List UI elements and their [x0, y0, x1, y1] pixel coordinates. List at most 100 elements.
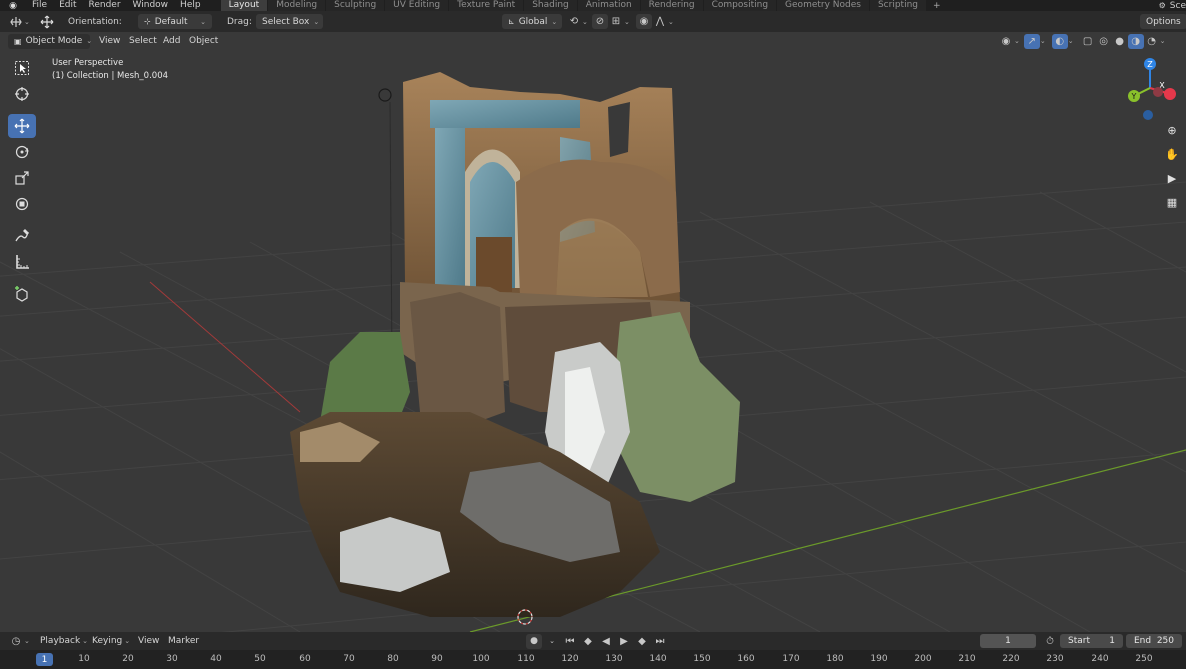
ruler-tick: 40	[210, 654, 222, 664]
transform-space-value: Global	[518, 16, 548, 27]
mode-value: Object Mode	[25, 36, 83, 46]
menu-render[interactable]: Render	[83, 0, 127, 11]
viewport-menu-add[interactable]: Add	[163, 34, 180, 48]
tab-uv-editing[interactable]: UV Editing	[385, 0, 449, 11]
measure-tool[interactable]	[8, 250, 36, 274]
select-box-tool[interactable]	[8, 56, 36, 80]
viewport-menu-select[interactable]: Select	[129, 34, 157, 48]
timeline-menu-view[interactable]: View	[138, 634, 159, 648]
transform-tool[interactable]	[8, 192, 36, 216]
tab-rendering[interactable]: Rendering	[640, 0, 703, 11]
ruler-tick: 90	[431, 654, 443, 664]
prev-keyframe-icon[interactable]: ◆	[580, 634, 596, 649]
menu-edit[interactable]: Edit	[53, 0, 82, 11]
ruler-tick: 160	[737, 654, 755, 664]
proportional-falloff-icon[interactable]: ⋀	[652, 14, 668, 29]
orientation-dropdown[interactable]: ⊹ Default ⌄	[138, 14, 212, 29]
tab-shading[interactable]: Shading	[524, 0, 577, 11]
timeline-menu-playback[interactable]: Playback	[40, 636, 80, 646]
ruler-tick: 180	[826, 654, 844, 664]
ortho-grid-icon[interactable]: ▦	[1162, 192, 1182, 212]
ruler-tick: 10	[78, 654, 90, 664]
mode-dropdown[interactable]: ▣ Object Mode ⌄	[8, 33, 92, 49]
timeline-menu-marker[interactable]: Marker	[168, 634, 199, 648]
ruler-tick: 240	[1091, 654, 1109, 664]
blender-logo-icon[interactable]: ◉	[0, 0, 26, 11]
ruler-tick: 110	[517, 654, 535, 664]
current-frame-field[interactable]: 1	[980, 634, 1036, 648]
shading-solid-icon[interactable]: ●	[1112, 34, 1128, 49]
chevron-down-icon: ⌄	[313, 17, 320, 26]
pan-hand-icon[interactable]: ✋	[1162, 144, 1182, 164]
navigation-gizmo[interactable]: Z X Y	[1118, 56, 1178, 126]
menu-help[interactable]: Help	[174, 0, 207, 11]
scanned-mesh[interactable]	[290, 72, 740, 617]
scene-selector[interactable]: ⚙ Sce	[1152, 0, 1186, 11]
gizmo-neg-x-axis[interactable]	[1153, 87, 1163, 97]
cursor-tool[interactable]	[8, 82, 36, 106]
record-keyframe-icon[interactable]: ●	[526, 633, 542, 649]
snap-magnet-icon[interactable]: ⊘	[592, 14, 608, 29]
proportional-editing-icon[interactable]: ◉	[636, 14, 652, 29]
light-object[interactable]	[378, 88, 392, 102]
tab-animation[interactable]: Animation	[577, 0, 640, 11]
auto-key-chevron-icon[interactable]: ⌄	[544, 634, 560, 649]
tab-compositing[interactable]: Compositing	[703, 0, 777, 11]
camera-view-icon[interactable]: ▶	[1162, 168, 1182, 188]
viewport-menu-object[interactable]: Object	[189, 34, 218, 48]
snap-target-icon[interactable]: ⊞	[608, 14, 624, 29]
tab-scripting[interactable]: Scripting	[869, 0, 926, 11]
add-cube-tool[interactable]	[8, 282, 36, 306]
tab-texture-paint[interactable]: Texture Paint	[449, 0, 524, 11]
shading-material-icon[interactable]: ◑	[1127, 33, 1144, 49]
start-frame-field[interactable]: Start 1	[1060, 634, 1123, 648]
rotate-tool[interactable]	[8, 140, 36, 164]
overlays-toggle-icon[interactable]: ◐	[1051, 33, 1068, 49]
preview-range-clock-icon[interactable]: ⏱	[1042, 634, 1058, 649]
tab-layout[interactable]: Layout	[220, 0, 268, 11]
pivot-point-icon[interactable]: ⟲	[566, 14, 582, 29]
gizmo-neg-z-axis[interactable]	[1143, 110, 1153, 120]
ruler-tick: 220	[1002, 654, 1020, 664]
xray-toggle-icon[interactable]: ▢	[1080, 34, 1096, 49]
chevron-down-icon: ⌄	[1039, 37, 1046, 45]
editor-type-button[interactable]: ⌄	[8, 14, 30, 29]
play-reverse-icon[interactable]: ◀	[598, 634, 614, 649]
current-frame-indicator[interactable]: 1	[36, 653, 53, 666]
3d-viewport[interactable]: ▣ Object Mode ⌄ View Select Add Object ◉…	[0, 32, 1186, 632]
next-keyframe-icon[interactable]: ◆	[634, 634, 650, 649]
menu-file[interactable]: File	[26, 0, 53, 11]
annotate-tool[interactable]	[8, 224, 36, 248]
viewport-menu-view[interactable]: View	[99, 34, 120, 48]
shading-wireframe-icon[interactable]: ◎	[1096, 34, 1112, 49]
jump-end-icon[interactable]: ⏭	[652, 634, 668, 649]
menu-window[interactable]: Window	[127, 0, 175, 11]
tab-geometry-nodes[interactable]: Geometry Nodes	[777, 0, 869, 11]
rotate-icon	[15, 145, 29, 159]
end-frame-field[interactable]: End 250	[1126, 634, 1182, 648]
move-tool[interactable]	[8, 114, 36, 138]
jump-start-icon[interactable]: ⏮	[562, 634, 578, 649]
chevron-down-icon: ⌄	[624, 17, 630, 26]
shading-rendered-icon[interactable]: ◔	[1144, 34, 1160, 49]
annotate-pen-icon	[15, 229, 29, 242]
chevron-down-icon: ⌄	[551, 17, 558, 26]
end-label: End	[1134, 636, 1152, 646]
timeline-menu-keying[interactable]: Keying	[92, 636, 122, 646]
visibility-eye-icon[interactable]: ◉	[998, 34, 1014, 49]
zoom-magnifier-icon[interactable]: ⊕	[1162, 120, 1182, 140]
timeline-editor-icon[interactable]: ◷	[8, 634, 24, 649]
drag-dropdown[interactable]: Select Box ⌄	[256, 14, 323, 29]
tab-modeling[interactable]: Modeling	[268, 0, 326, 11]
timeline-ruler[interactable]: 1 10 20 30 40 50 60 70 80 90 100 110 120…	[0, 650, 1186, 669]
scale-tool[interactable]	[8, 166, 36, 190]
gizmo-x-axis[interactable]	[1164, 88, 1176, 100]
gizmo-toggle-icon[interactable]: ↗	[1023, 33, 1040, 49]
tab-sculpting[interactable]: Sculpting	[326, 0, 385, 11]
options-dropdown[interactable]: Options	[1140, 14, 1186, 29]
cursor-icon	[15, 87, 29, 101]
play-icon[interactable]: ▶	[616, 634, 632, 649]
move-tool-icon[interactable]	[38, 14, 56, 29]
add-workspace-button[interactable]: +	[927, 1, 947, 11]
transform-orientation-dropdown[interactable]: ⊾ Global ⌄	[502, 14, 562, 29]
